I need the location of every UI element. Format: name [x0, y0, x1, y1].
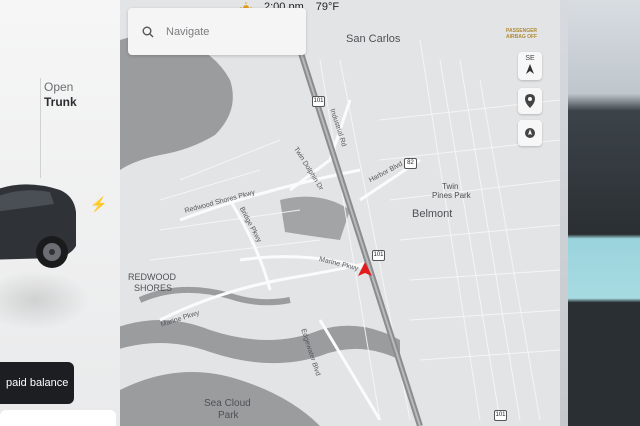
place-label: Pines Park — [432, 191, 471, 200]
passenger-airbag-indicator: PASSENGER AIRBAG OFF — [506, 28, 537, 40]
pin-button[interactable] — [518, 88, 542, 114]
highway-shield: 101 — [494, 410, 507, 421]
navigate-search-bar[interactable]: Navigate — [128, 8, 306, 55]
temperature: 79°F — [315, 1, 340, 13]
navigate-placeholder: Navigate — [166, 25, 210, 38]
search-icon — [142, 26, 154, 37]
open-trunk-button[interactable]: Open Trunk — [44, 80, 77, 110]
highway-shield: 101 — [312, 96, 325, 107]
charging-bolt-icon: ⚡ — [90, 196, 108, 212]
vehicle-panel: Open Trunk ⚡ paid balance — [0, 0, 120, 426]
place-label: SHORES — [134, 283, 173, 293]
place-label: Park — [218, 410, 239, 421]
place-label: Belmont — [412, 208, 453, 220]
heading-label: SE — [525, 55, 535, 62]
car-reflection — [0, 270, 90, 330]
trunk-label-line2: Trunk — [44, 95, 77, 109]
north-arrow-icon — [526, 64, 534, 74]
place-label: Twin — [442, 182, 459, 191]
location-icon — [525, 128, 535, 138]
bottom-card — [0, 410, 116, 426]
place-label: San Carlos — [346, 33, 401, 45]
place-label: REDWOOD — [128, 272, 176, 282]
trunk-label-line1: Open — [44, 80, 74, 94]
map-view[interactable]: San Carlos Belmont Twin Pines Park REDWO… — [120, 0, 560, 426]
car-window — [568, 0, 640, 426]
compass-button[interactable]: SE — [518, 52, 542, 80]
recenter-button[interactable] — [518, 120, 542, 146]
highway-shield: 82 — [404, 158, 417, 169]
airbag-line2: AIRBAG OFF — [506, 34, 538, 40]
balance-button[interactable]: paid balance — [0, 362, 74, 404]
lagoon-water — [280, 196, 350, 240]
place-label: Sea Cloud — [204, 398, 251, 409]
bay-water — [120, 35, 233, 170]
balance-label: paid balance — [6, 377, 69, 389]
map-pin-icon — [525, 94, 535, 108]
car-image — [0, 184, 76, 268]
highway-shield: 101 — [372, 250, 385, 261]
